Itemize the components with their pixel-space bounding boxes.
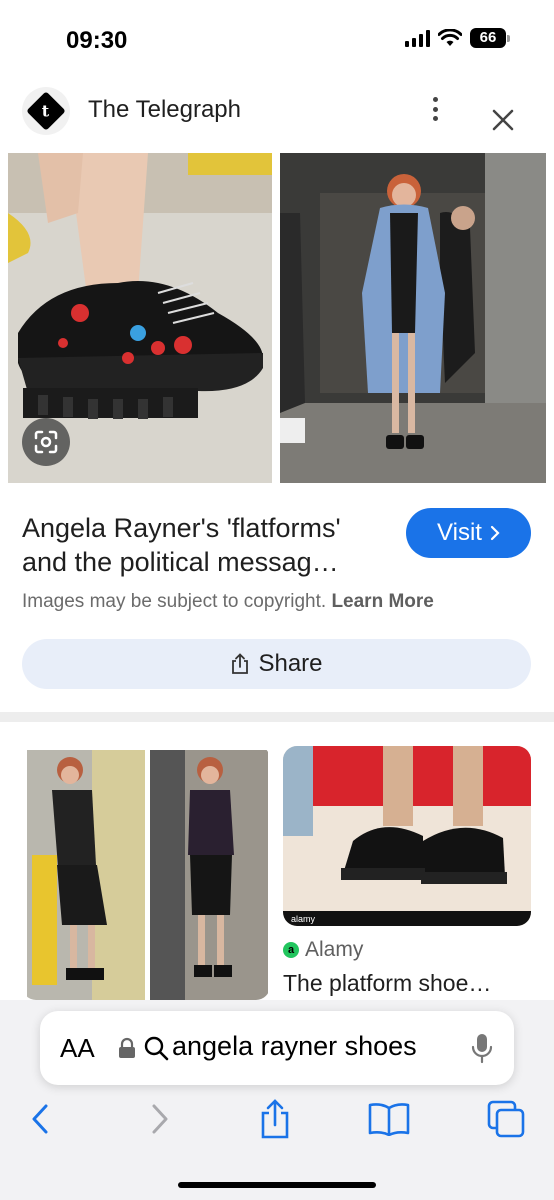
share-page-button[interactable] <box>253 1096 297 1142</box>
tabs-icon <box>487 1100 525 1138</box>
back-button[interactable] <box>18 1096 62 1142</box>
wifi-icon <box>438 29 462 46</box>
chevron-right-icon <box>490 525 500 541</box>
reader-aa-button[interactable]: AA <box>60 1033 95 1064</box>
more-vert-icon[interactable] <box>424 94 446 124</box>
chevron-right-icon <box>152 1104 168 1134</box>
source-name[interactable]: The Telegraph <box>88 96 241 124</box>
signal-icon <box>405 29 430 47</box>
home-indicator <box>178 1182 376 1188</box>
forward-button[interactable] <box>138 1096 182 1142</box>
visit-label: Visit <box>437 519 482 546</box>
section-divider <box>0 712 554 722</box>
result-image-shoe[interactable] <box>8 153 272 483</box>
result-image-person[interactable] <box>280 153 546 483</box>
copyright-notice: Images may be subject to copyright. Lear… <box>22 591 434 613</box>
battery-icon: 66 <box>470 28 510 48</box>
related-image-2[interactable]: alamy <box>283 746 531 926</box>
source-header: t The Telegraph <box>0 80 554 150</box>
alamy-logo-icon: a <box>283 942 299 958</box>
related-source[interactable]: a Alamy <box>283 938 363 962</box>
status-icons: 66 <box>405 28 510 48</box>
battery-level: 66 <box>470 28 506 48</box>
browser-toolbar <box>0 1096 554 1146</box>
lock-icon <box>119 1037 135 1058</box>
visit-button[interactable]: Visit <box>406 508 531 558</box>
related-image-1[interactable] <box>22 745 270 1000</box>
bookmarks-button[interactable] <box>367 1096 411 1142</box>
share-icon <box>232 653 249 674</box>
share-label: Share <box>258 650 323 677</box>
share-icon <box>261 1099 289 1139</box>
close-icon[interactable] <box>488 105 518 135</box>
microphone-icon[interactable] <box>470 1032 494 1064</box>
status-time: 09:30 <box>66 27 128 54</box>
google-lens-icon[interactable] <box>22 418 70 466</box>
related-title[interactable]: The platform shoe… <box>283 970 491 997</box>
tabs-button[interactable] <box>484 1096 528 1142</box>
related-shoes-photo: alamy <box>283 746 531 926</box>
url-text[interactable]: angela rayner shoes <box>172 1031 458 1062</box>
learn-more-link[interactable]: Learn More <box>331 591 433 612</box>
related-source-name: Alamy <box>305 938 364 961</box>
related-photo-collage <box>27 750 268 1000</box>
aa-label: AA <box>60 1033 95 1063</box>
status-bar: 09:30 66 <box>0 0 554 80</box>
copyright-text: Images may be subject to copyright. <box>22 591 327 612</box>
search-icon <box>144 1036 169 1061</box>
share-button[interactable]: Share <box>22 639 531 689</box>
address-bar[interactable]: AA angela rayner shoes <box>40 1011 514 1085</box>
logo-letter: t <box>42 101 50 121</box>
alamy-watermark: alamy <box>291 914 316 924</box>
book-icon <box>368 1103 410 1136</box>
chevron-left-icon <box>32 1104 48 1134</box>
person-illustration <box>280 153 546 483</box>
telegraph-logo[interactable]: t <box>22 87 70 135</box>
result-title[interactable]: Angela Rayner's 'flatforms' and the poli… <box>22 511 392 579</box>
